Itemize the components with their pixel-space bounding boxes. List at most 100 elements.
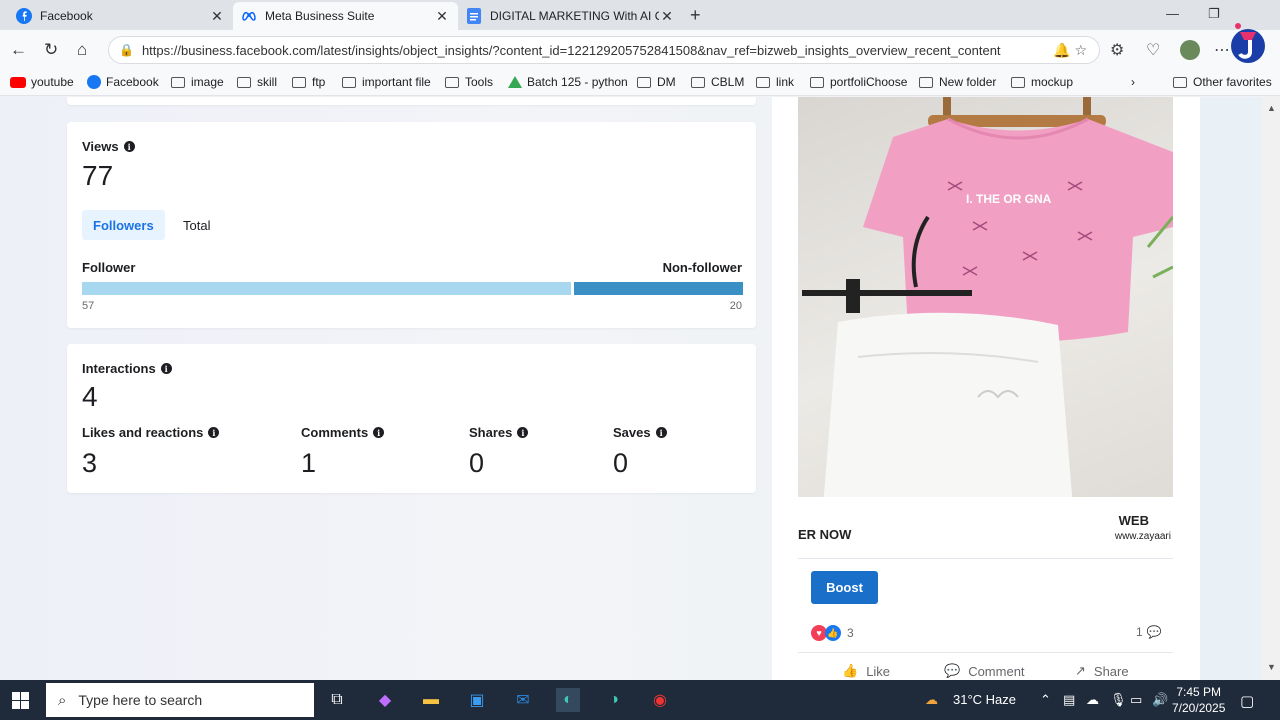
bookmarks-overflow-icon[interactable]: ›	[1131, 75, 1135, 89]
restore-icon[interactable]: ❐	[1208, 6, 1220, 22]
task-view-icon[interactable]: ⧉	[325, 688, 349, 712]
copilot-icon[interactable]: ◆	[373, 688, 397, 712]
youtube-icon	[10, 76, 26, 88]
tab-strip: Facebook ✕ Meta Business Suite ✕ DIGITAL…	[0, 0, 1280, 30]
folder-icon	[445, 76, 459, 88]
shield-icon[interactable]: ♡	[1146, 40, 1160, 60]
bookmarks-bar: youtube Facebook image skill ftp importa…	[0, 70, 1280, 96]
info-icon[interactable]: i	[517, 427, 529, 438]
folder-icon	[342, 76, 356, 88]
scroll-up-icon[interactable]: ▲	[1267, 103, 1276, 113]
reaction-summary[interactable]: ♥ 👍 3	[811, 625, 854, 641]
store-icon[interactable]: ▣	[465, 688, 489, 712]
tab-facebook[interactable]: Facebook ✕	[8, 2, 233, 30]
folder-icon	[919, 76, 933, 88]
bookmark-label: image	[191, 75, 224, 89]
bookmark-label: Batch 125 - python	[527, 75, 628, 89]
weather-text[interactable]: 31°C Haze	[953, 692, 1016, 707]
bookmark-ftp[interactable]: ftp	[292, 75, 325, 89]
info-icon[interactable]: i	[655, 427, 667, 438]
views-label: Views	[82, 139, 119, 154]
tab-meta-business-suite[interactable]: Meta Business Suite ✕	[233, 2, 458, 30]
tray-expand-icon[interactable]: ⌃	[1040, 692, 1051, 708]
bookmark-tools[interactable]: Tools	[445, 75, 493, 89]
info-icon[interactable]: i	[208, 427, 220, 438]
action-label: Share	[1093, 663, 1129, 679]
notification-icon[interactable]: ▢	[1240, 692, 1254, 710]
comment-button[interactable]: 💬 Comment	[944, 663, 1025, 679]
bookmark-other-favorites[interactable]: Other favorites	[1173, 75, 1272, 89]
tab-followers[interactable]: Followers	[82, 210, 165, 240]
network-icon[interactable]: ▭	[1130, 692, 1142, 708]
metric-likes: Likes and reactions i 3	[82, 425, 220, 479]
bookmark-image[interactable]: image	[171, 75, 224, 89]
extensions-icon[interactable]: ⚙	[1110, 40, 1124, 60]
taskbar-clock[interactable]: 7:45 PM 7/20/2025	[1172, 684, 1225, 716]
back-icon[interactable]: ←	[10, 40, 27, 60]
views-card: Views i 77 Followers Total Follower Non-…	[67, 122, 756, 328]
address-bar-row: ← ↻ ⌂ 🔒 https://business.facebook.com/la…	[0, 30, 1280, 70]
bookmark-facebook[interactable]: Facebook	[87, 75, 159, 89]
bookmark-label: important file	[362, 75, 431, 89]
bookmark-dm[interactable]: DM	[637, 75, 676, 89]
views-total: 77	[82, 160, 114, 191]
new-tab-icon[interactable]: +	[690, 5, 701, 26]
web-label: WEB	[1118, 513, 1149, 528]
metric-value: 3	[82, 448, 98, 478]
metric-comments: Comments i 1	[301, 425, 385, 479]
taskbar-search-box[interactable]: ⌕ Type here to search	[46, 683, 314, 717]
bookmark-batch-125[interactable]: Batch 125 - python	[508, 75, 628, 89]
bookmark-cblm[interactable]: CBLM	[691, 75, 744, 89]
edge-icon[interactable]: ◐	[556, 688, 580, 712]
bookmark-label: CBLM	[711, 75, 745, 89]
profile-avatar[interactable]	[1180, 40, 1200, 60]
facebook-icon	[87, 75, 101, 89]
home-icon[interactable]: ⌂	[77, 40, 87, 60]
page-scrollbar[interactable]: ▲ ▼	[1262, 97, 1280, 680]
onedrive-icon[interactable]: ☁	[1086, 692, 1099, 708]
bookmark-link[interactable]: link	[756, 75, 794, 89]
tab-total[interactable]: Total	[172, 210, 221, 240]
minimize-icon[interactable]: —	[1166, 6, 1179, 21]
file-explorer-icon[interactable]: ▬	[419, 688, 443, 712]
favorite-star-icon[interactable]: 🔔 ☆	[1053, 42, 1087, 59]
outlook-icon[interactable]: ✉	[511, 688, 535, 712]
close-icon[interactable]: ✕	[659, 8, 675, 25]
folder-icon	[171, 76, 185, 88]
comment-summary[interactable]: 1 💬	[1136, 625, 1162, 639]
volume-icon[interactable]: 🔊	[1152, 692, 1168, 708]
microphone-icon[interactable]: 🎙	[1110, 692, 1127, 708]
url-field[interactable]: 🔒 https://business.facebook.com/latest/i…	[108, 36, 1100, 64]
bookmark-important-file[interactable]: important file	[342, 75, 431, 89]
obs-icon[interactable]: ◉	[648, 688, 672, 712]
info-icon[interactable]: i	[123, 141, 135, 152]
metric-value: 0	[469, 448, 485, 478]
post-image[interactable]: I. THE OR GNA	[798, 97, 1173, 557]
info-icon[interactable]: i	[160, 363, 172, 374]
boost-button[interactable]: Boost	[811, 571, 878, 604]
search-placeholder: Type here to search	[78, 692, 203, 708]
bookmark-youtube[interactable]: youtube	[10, 75, 74, 89]
metric-label: Saves	[613, 425, 651, 440]
edge-dev-icon[interactable]: ◑	[602, 688, 626, 712]
bookmark-skill[interactable]: skill	[237, 75, 277, 89]
share-button[interactable]: ↗ Share	[1075, 663, 1129, 679]
tab-digital-marketing[interactable]: DIGITAL MARKETING With AI Onl ✕	[458, 2, 683, 30]
facebook-icon	[16, 8, 32, 24]
nonfollower-count: 20	[729, 300, 742, 312]
metric-label: Shares	[469, 425, 513, 440]
scroll-down-icon[interactable]: ▼	[1267, 662, 1276, 672]
bookmark-new-folder[interactable]: New folder	[919, 75, 996, 89]
refresh-icon[interactable]: ↻	[44, 40, 58, 60]
info-icon[interactable]: i	[373, 427, 385, 438]
close-icon[interactable]: ✕	[209, 8, 225, 25]
tray-app-icon[interactable]: ▤	[1063, 692, 1075, 708]
bookmark-label: mockup	[1031, 75, 1074, 89]
like-button[interactable]: 👍 Like	[842, 663, 890, 679]
interactions-total: 4	[82, 381, 98, 412]
close-icon[interactable]: ✕	[434, 8, 450, 25]
bookmark-portfolichoose[interactable]: portfoliChoose	[810, 75, 907, 89]
bookmark-mockup[interactable]: mockup	[1011, 75, 1073, 89]
windows-start-icon[interactable]	[12, 692, 29, 709]
metric-shares: Shares i 0	[469, 425, 529, 479]
